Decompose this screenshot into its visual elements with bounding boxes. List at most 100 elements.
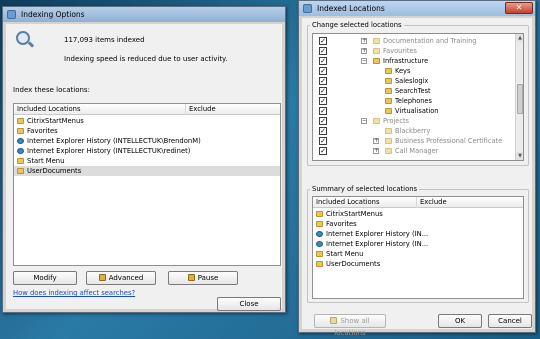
tree-item-label: Projects bbox=[383, 117, 409, 125]
checkbox[interactable]: ✓ bbox=[319, 87, 327, 95]
folder-icon bbox=[316, 211, 323, 217]
modify-button[interactable]: Modify bbox=[13, 271, 77, 285]
tree-item[interactable]: ✓ SearchTest bbox=[313, 86, 514, 96]
checkbox[interactable]: ✓ bbox=[319, 97, 327, 105]
checkbox[interactable]: ✓ bbox=[319, 67, 327, 75]
list-item[interactable]: CitrixStartMenus bbox=[313, 209, 523, 219]
collapse-icon[interactable]: − bbox=[361, 118, 367, 124]
tree-item[interactable]: ✓ − Infrastructure bbox=[313, 56, 514, 66]
show-all-locations-label: Show all locations bbox=[334, 317, 370, 337]
window-title: Indexing Options bbox=[21, 10, 85, 19]
locations-list[interactable]: Included Locations Exclude CitrixStartMe… bbox=[13, 103, 281, 266]
shield-icon bbox=[98, 274, 106, 281]
list-item[interactable]: Internet Explorer History (IN... bbox=[313, 239, 523, 249]
magnifier-handle-icon bbox=[27, 41, 35, 48]
ie-icon bbox=[17, 138, 24, 144]
indexed-locations-titlebar[interactable]: Indexed Locations ✕ bbox=[299, 1, 535, 16]
expand-icon[interactable]: + bbox=[361, 48, 367, 54]
tree-item[interactable]: ✓ + Documentation and Training bbox=[313, 36, 514, 46]
checkbox[interactable]: ✓ bbox=[319, 47, 327, 55]
tree-item-label: Documentation and Training bbox=[383, 37, 477, 45]
tree-item[interactable]: ✓ − Projects bbox=[313, 116, 514, 126]
list-item[interactable]: Favorites bbox=[313, 219, 523, 229]
collapse-icon[interactable]: − bbox=[361, 58, 367, 64]
checkbox[interactable]: ✓ bbox=[319, 37, 327, 45]
tree-item[interactable]: ✓ Saleslogix bbox=[313, 76, 514, 86]
tree-item-label: Infrastructure bbox=[383, 57, 429, 65]
list-item-selected[interactable]: UserDocuments bbox=[14, 166, 280, 176]
change-locations-label: Change selected locations bbox=[310, 21, 404, 29]
location-name: Start Menu bbox=[326, 250, 364, 258]
column-included-locations[interactable]: Included Locations bbox=[313, 197, 417, 208]
pause-button-label: Pause bbox=[197, 274, 219, 282]
checkbox[interactable]: ✓ bbox=[319, 117, 327, 125]
tree-item[interactable]: ✓ + Favourites bbox=[313, 46, 514, 56]
checkbox[interactable]: ✓ bbox=[319, 57, 327, 65]
scroll-down-icon[interactable]: ▼ bbox=[516, 152, 523, 160]
window-title: Indexed Locations bbox=[317, 4, 385, 13]
index-locations-label: Index these locations: bbox=[13, 86, 90, 94]
cancel-button-label: Cancel bbox=[498, 317, 522, 325]
show-all-locations-button[interactable]: Show all locations bbox=[314, 314, 386, 337]
tree-scrollbar[interactable]: ▲ ▼ bbox=[515, 34, 523, 160]
folder-icon bbox=[316, 261, 323, 267]
ie-icon bbox=[17, 148, 24, 154]
folder-icon bbox=[316, 221, 323, 227]
folder-icon bbox=[373, 118, 380, 124]
checkbox[interactable]: ✓ bbox=[319, 137, 327, 145]
folder-icon bbox=[373, 38, 380, 44]
cancel-button[interactable]: Cancel bbox=[488, 314, 532, 328]
expand-icon[interactable]: + bbox=[373, 148, 379, 154]
start-menu-icon bbox=[316, 251, 323, 257]
folder-icon bbox=[385, 138, 392, 144]
close-icon[interactable]: ✕ bbox=[505, 2, 533, 14]
help-link[interactable]: How does indexing affect searches? bbox=[13, 289, 135, 297]
ie-icon bbox=[316, 241, 323, 247]
close-button-label: Close bbox=[239, 300, 259, 308]
list-item[interactable]: CitrixStartMenus bbox=[14, 116, 280, 126]
tree-item[interactable]: ✓ Blackberry bbox=[313, 126, 514, 136]
location-name: CitrixStartMenus bbox=[326, 210, 383, 218]
checkbox[interactable]: ✓ bbox=[319, 147, 327, 155]
checkbox[interactable]: ✓ bbox=[319, 77, 327, 85]
expand-icon[interactable]: + bbox=[373, 138, 379, 144]
folder-icon bbox=[373, 48, 380, 54]
ie-icon bbox=[316, 231, 323, 237]
location-name: UserDocuments bbox=[326, 260, 381, 268]
tree-item-label: Telephones bbox=[395, 97, 432, 105]
tree-item[interactable]: ✓ Keys bbox=[313, 66, 514, 76]
tree-item[interactable]: ✓ + Business Professional Certificate bbox=[313, 136, 514, 146]
list-item[interactable]: Internet Explorer History (INTELLECTUK\r… bbox=[14, 146, 280, 156]
summary-list[interactable]: Included Locations Exclude CitrixStartMe… bbox=[312, 196, 524, 299]
indexed-locations-window: Indexed Locations ✕ Change selected loca… bbox=[298, 0, 536, 337]
tree-item[interactable]: ✓ Telephones bbox=[313, 96, 514, 106]
location-name: Favorites bbox=[326, 220, 357, 228]
scroll-thumb[interactable] bbox=[517, 84, 523, 114]
ok-button[interactable]: OK bbox=[438, 314, 482, 328]
indexing-options-icon bbox=[7, 10, 16, 19]
tree-item-label: Business Professional Certificate bbox=[395, 137, 503, 145]
indexing-options-window: Indexing Options 117,093 items indexed I… bbox=[2, 6, 286, 313]
list-item[interactable]: Favorites bbox=[14, 126, 280, 136]
indexing-options-titlebar[interactable]: Indexing Options bbox=[3, 7, 285, 22]
expand-icon[interactable]: + bbox=[361, 38, 367, 44]
column-exclude[interactable]: Exclude bbox=[186, 104, 280, 115]
scroll-up-icon[interactable]: ▲ bbox=[516, 34, 523, 42]
list-item[interactable]: Start Menu bbox=[14, 156, 280, 166]
list-item[interactable]: UserDocuments bbox=[313, 259, 523, 269]
shield-icon bbox=[330, 317, 338, 324]
advanced-button[interactable]: Advanced bbox=[86, 271, 156, 285]
checkbox[interactable]: ✓ bbox=[319, 107, 327, 115]
list-item[interactable]: Start Menu bbox=[313, 249, 523, 259]
column-exclude[interactable]: Exclude bbox=[417, 197, 523, 208]
checkbox[interactable]: ✓ bbox=[319, 127, 327, 135]
pause-button[interactable]: Pause bbox=[168, 271, 238, 285]
tree-item[interactable]: ✓ + Call Manager bbox=[313, 146, 514, 156]
close-button[interactable]: Close bbox=[217, 297, 281, 311]
column-included-locations[interactable]: Included Locations bbox=[14, 104, 186, 115]
list-item[interactable]: Internet Explorer History (IN... bbox=[313, 229, 523, 239]
tree-item[interactable]: ✓ Virtualisation bbox=[313, 106, 514, 116]
locations-tree[interactable]: ✓ + Documentation and Training ✓ + Favou… bbox=[312, 33, 524, 161]
list-item[interactable]: Internet Explorer History (INTELLECTUK\B… bbox=[14, 136, 280, 146]
start-menu-icon bbox=[17, 158, 24, 164]
